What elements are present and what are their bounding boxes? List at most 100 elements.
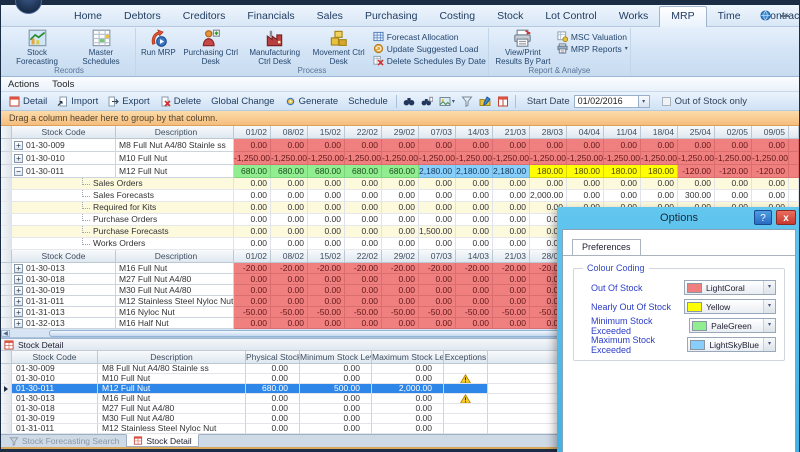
group-by-bar[interactable]: Drag a column header here to group by th… [1,111,799,126]
tab-time[interactable]: Time [707,7,752,26]
column-header-02-05[interactable]: 02/05 [715,126,752,139]
column-header-stock-code[interactable]: Stock Code [12,126,116,139]
column-header-01-02[interactable]: 01/02 [234,126,271,139]
toolbar-button-generate[interactable]: Generate [280,92,344,110]
column-header-14-03[interactable]: 14/03 [456,126,493,139]
column-header-maximum-stock-level[interactable]: Maximum Stock Level [372,351,444,364]
colour-dropdown-minimum-stock-exceeded[interactable]: PaleGreen▾ [689,318,776,333]
colour-dropdown-maximum-stock-exceeded[interactable]: LightSkyBlue▾ [687,337,776,352]
tab-home[interactable]: Home [63,7,113,26]
menu-tools[interactable]: Tools [52,79,74,90]
ribbon-button-run-mrp[interactable]: Run MRP [138,28,179,58]
column-header-08-02[interactable]: 08/02 [271,126,308,139]
ribbon-button-stock-forecasting[interactable]: Stock Forecasting [5,28,69,66]
column-header-minimum-stock-level[interactable]: Minimum Stock Level [300,351,372,364]
ribbon-button-purchasing-ctrl-desk[interactable]: Purchasing Ctrl Desk [179,28,243,66]
ribbon-button-delete-schedules-by-date[interactable]: Delete Schedules By Date [373,55,486,66]
expand-icon[interactable]: + [14,297,23,306]
colour-dropdown-nearly-out-of-stock[interactable]: Yellow▾ [684,299,776,314]
tab-financials[interactable]: Financials [236,7,305,26]
column-header-22-02[interactable]: 22/02 [345,126,382,139]
out-of-stock-checkbox[interactable] [662,97,671,106]
column-header-21-03[interactable]: 21/03 [493,126,530,139]
column-header-15-02[interactable]: 15/02 [308,126,345,139]
toolbar-find-button[interactable] [400,96,418,107]
toolbar-export-image-button[interactable]: ▾ [436,96,458,107]
expand-icon[interactable]: + [14,319,23,328]
expand-icon[interactable]: + [14,264,23,273]
grid-row-01-30-011[interactable]: −01-30-011M12 Full Nut680.00680.00680.00… [1,165,799,178]
collapse-icon[interactable]: − [14,167,23,176]
bottom-tab-stock-detail[interactable]: Stock Detail [126,434,198,447]
ribbon-button-manufacturing-ctrl-desk[interactable]: Manufacturing Ctrl Desk [243,28,307,66]
bottom-tab-stock-forecasting-search[interactable]: Stock Forecasting Search [3,435,125,447]
ribbon-button-view-print-results-by-part[interactable]: View/Print Results By Part [491,28,555,66]
tab-debtors[interactable]: Debtors [113,7,172,26]
expand-icon[interactable]: + [14,141,23,150]
menu-actions[interactable]: Actions [8,79,39,90]
grid-row-01-30-009[interactable]: +01-30-009M8 Full Nut A4/80 Stainle ss0.… [1,139,799,152]
toolbar-filter-button[interactable] [458,96,476,107]
tab-costing[interactable]: Costing [428,7,486,26]
expand-icon[interactable]: + [14,275,23,284]
toolbar-button-delete[interactable]: Delete [155,92,206,110]
grid-row-01-30-010[interactable]: +01-30-010M10 Full Nut-1,250.00-1,250.00… [1,152,799,165]
column-header-04-04[interactable]: 04/04 [567,126,604,139]
column-header-29-02[interactable]: 29/02 [382,126,419,139]
toolbar-button-detail[interactable]: Detail [4,92,52,110]
expand-icon[interactable]: + [14,154,23,163]
tab-purchasing[interactable]: Purchasing [354,7,429,26]
column-header-18-04[interactable]: 18/04 [641,126,678,139]
minimize-icon[interactable] [779,11,791,21]
toolbar-layout-button[interactable] [494,96,512,107]
toolbar-find-next-button[interactable] [418,96,436,107]
tab-works[interactable]: Works [608,7,660,26]
date-dropdown-icon[interactable]: ▾ [638,95,650,108]
column-header-physical-stock[interactable]: Physical Stock [246,351,300,364]
dialog-close-button[interactable]: x [776,210,796,225]
column-header-21-03[interactable]: 21/03 [493,250,530,263]
tab-sales[interactable]: Sales [306,7,354,26]
scrollbar-thumb[interactable] [49,330,569,337]
column-header-09-05[interactable]: 09/05 [752,126,789,139]
expand-icon[interactable]: + [14,286,23,295]
column-header-description[interactable]: Description [98,351,246,364]
column-header-description[interactable]: Description [116,126,234,139]
ribbon-button-update-suggested-load[interactable]: Update Suggested Load [373,43,486,54]
tab-mrp[interactable]: MRP [659,6,706,27]
column-header-stock-code[interactable]: Stock Code [12,250,116,263]
dialog-help-button[interactable]: ? [754,210,772,225]
start-date-input[interactable]: 01/02/2016 [574,95,638,108]
tab-stock[interactable]: Stock [486,7,534,26]
column-header-description[interactable]: Description [116,250,234,263]
toolbar-button-import[interactable]: Import [52,92,103,110]
toolbar-button-global-change[interactable]: Global Change [206,92,279,110]
toolbar-button-export[interactable]: Export [103,92,154,110]
tab-creditors[interactable]: Creditors [172,7,237,26]
column-header-01-02[interactable]: 01/02 [234,250,271,263]
ribbon-button-movement-ctrl-desk[interactable]: Movement Ctrl Desk [307,28,371,66]
expand-icon[interactable]: + [14,308,23,317]
column-header-15-02[interactable]: 15/02 [308,250,345,263]
scroll-left-icon[interactable]: ◀ [1,330,10,337]
column-header-14-03[interactable]: 14/03 [456,250,493,263]
toolbar-edit-filter-button[interactable] [476,96,494,107]
ribbon-button-master-schedules[interactable]: Master Schedules [69,28,133,66]
colour-dropdown-out-of-stock[interactable]: LightCoral▾ [684,280,776,295]
toolbar-button-schedule[interactable]: Schedule [343,92,393,110]
column-header-stock-code[interactable]: Stock Code [12,351,98,364]
column-header-08-02[interactable]: 08/02 [271,250,308,263]
grid-subrow-sales-orders[interactable]: Sales Orders0.000.000.000.000.000.000.00… [1,178,799,190]
ribbon-button-msc-valuation[interactable]: MSC Valuation [557,31,628,42]
column-header-07-03[interactable]: 07/03 [419,126,456,139]
column-header-28-03[interactable]: 28/03 [530,126,567,139]
options-dialog-titlebar[interactable]: Options ? x [557,207,800,229]
column-header-22-02[interactable]: 22/02 [345,250,382,263]
tab-lot-control[interactable]: Lot Control [534,7,607,26]
column-header-07-03[interactable]: 07/03 [419,250,456,263]
ribbon-button-forecast-allocation[interactable]: Forecast Allocation [373,31,486,42]
column-header-25-04[interactable]: 25/04 [678,126,715,139]
tab-preferences[interactable]: Preferences [572,239,641,255]
column-header-11-04[interactable]: 11/04 [604,126,641,139]
ribbon-button-mrp-reports[interactable]: MRP Reports▾ [557,43,628,54]
